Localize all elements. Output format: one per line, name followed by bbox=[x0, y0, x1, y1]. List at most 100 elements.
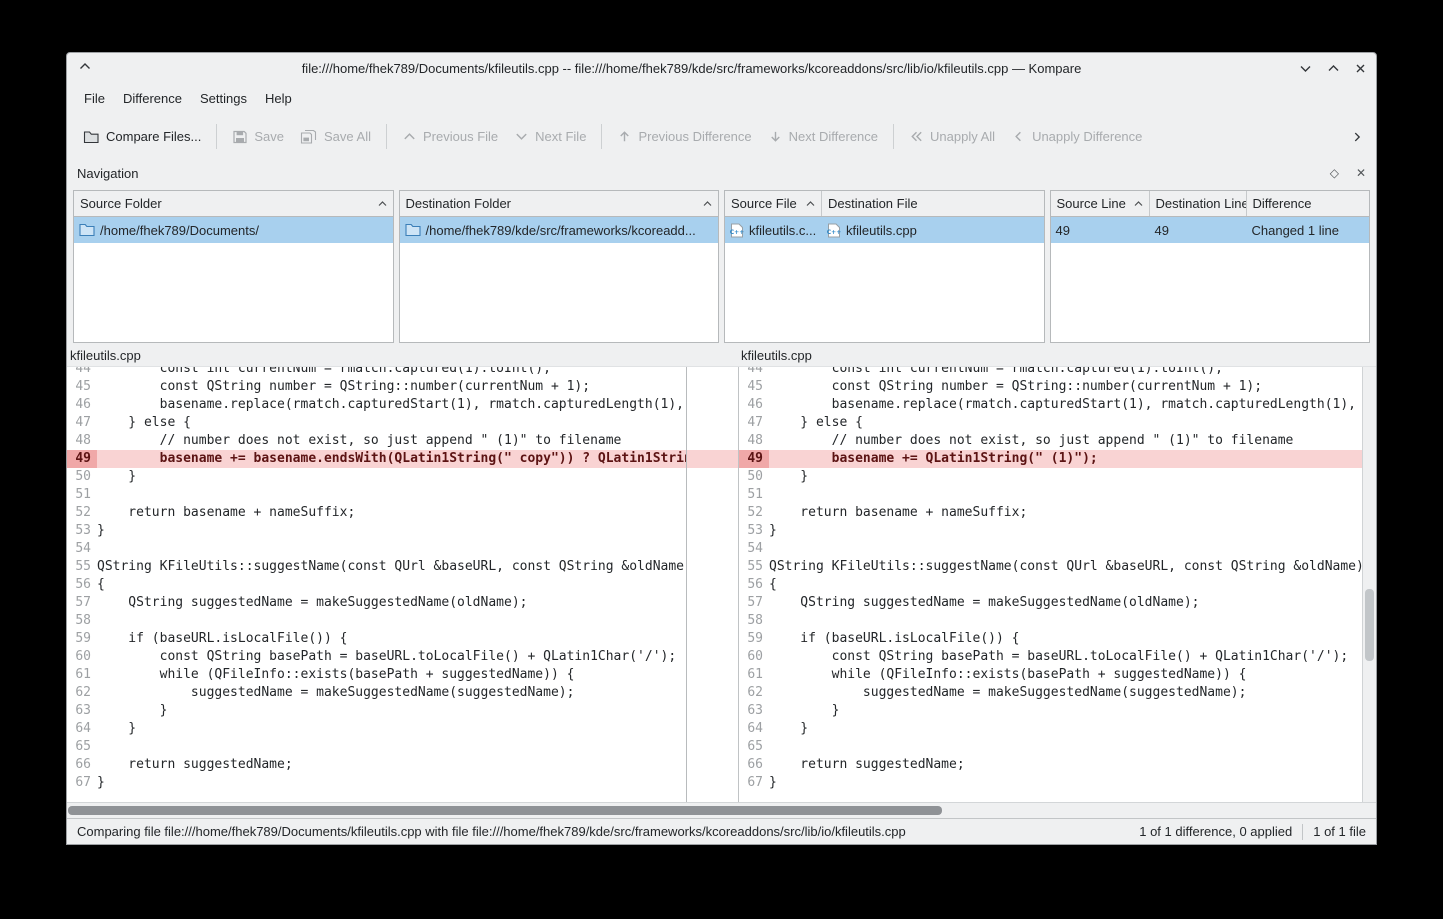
line-number: 65 bbox=[739, 738, 769, 756]
save-all-button[interactable]: Save All bbox=[292, 122, 379, 152]
code-line-64: 64 } bbox=[739, 720, 1362, 738]
line-number: 55 bbox=[67, 558, 97, 576]
code-text: suggestedName = makeSuggestedName(sugges… bbox=[97, 684, 686, 702]
vertical-scrollbar[interactable] bbox=[1362, 367, 1376, 802]
code-line-55: 55QString KFileUtils::suggestName(const … bbox=[67, 558, 686, 576]
close-panel-icon[interactable]: ✕ bbox=[1356, 166, 1366, 180]
save-button[interactable]: Save bbox=[224, 122, 292, 152]
code-line-46: 46 basename.replace(rmatch.capturedStart… bbox=[739, 396, 1362, 414]
code-line-47: 47 } else { bbox=[67, 414, 686, 432]
code-line-58: 58 bbox=[739, 612, 1362, 630]
code-line-50: 50 } bbox=[67, 468, 686, 486]
difference-header-label: Difference bbox=[1253, 196, 1312, 211]
cpp-file-icon: C++ bbox=[730, 223, 744, 238]
menu-difference[interactable]: Difference bbox=[114, 87, 191, 110]
code-text: // number does not exist, so just append… bbox=[769, 432, 1362, 450]
chevron-up-icon bbox=[402, 129, 417, 144]
line-number: 60 bbox=[739, 648, 769, 666]
destination-folder-header-label: Destination Folder bbox=[406, 196, 512, 211]
code-text: QString suggestedName = makeSuggestedNam… bbox=[769, 594, 1362, 612]
previous-file-button[interactable]: Previous File bbox=[394, 122, 506, 151]
line-number: 56 bbox=[739, 576, 769, 594]
code-line-49[interactable]: 49 basename += basename.endsWith(QLatin1… bbox=[67, 450, 686, 468]
chevron-down-icon bbox=[514, 129, 529, 144]
maximize-button[interactable] bbox=[1327, 64, 1340, 73]
line-number: 50 bbox=[739, 468, 769, 486]
line-number: 44 bbox=[67, 367, 97, 378]
previous-difference-label: Previous Difference bbox=[638, 129, 751, 144]
compare-files-button[interactable]: Compare Files... bbox=[75, 122, 209, 152]
code-line-67: 67} bbox=[739, 774, 1362, 792]
code-text: const QString basePath = baseURL.toLocal… bbox=[97, 648, 686, 666]
code-text: if (baseURL.isLocalFile()) { bbox=[97, 630, 686, 648]
sort-ascending-icon bbox=[1134, 201, 1143, 207]
menu-settings[interactable]: Settings bbox=[191, 87, 256, 110]
compare-files-label: Compare Files... bbox=[106, 129, 201, 144]
minimize-button[interactable] bbox=[1299, 64, 1312, 73]
destination-folder-header[interactable]: Destination Folder bbox=[400, 191, 719, 217]
navigation-panel: Navigation ◇ ✕ Source Folder bbox=[67, 160, 1376, 345]
code-text: const int currentNum = rmatch.captured(1… bbox=[97, 367, 686, 378]
toolbar-separator bbox=[386, 124, 387, 149]
line-number: 58 bbox=[67, 612, 97, 630]
toolbar-overflow-button[interactable] bbox=[1346, 126, 1368, 148]
code-text: { bbox=[769, 576, 1362, 594]
code-text: return suggestedName; bbox=[769, 756, 1362, 774]
horizontal-scrollbar[interactable] bbox=[67, 802, 1376, 818]
navigation-panel-titlebar[interactable]: Navigation ◇ ✕ bbox=[67, 160, 1376, 186]
window-title: file:///home/fhek789/Documents/kfileutil… bbox=[127, 61, 1256, 76]
unapply-all-label: Unapply All bbox=[930, 129, 995, 144]
code-line-56: 56{ bbox=[739, 576, 1362, 594]
destination-line-header-label: Destination Line bbox=[1156, 196, 1247, 211]
sort-ascending-icon bbox=[378, 201, 387, 207]
code-text: basename.replace(rmatch.capturedStart(1)… bbox=[769, 396, 1362, 414]
code-line-49[interactable]: 49 basename += QLatin1String(" (1)"); bbox=[739, 450, 1362, 468]
code-text: } bbox=[97, 468, 686, 486]
code-line-67: 67} bbox=[67, 774, 686, 792]
code-text: } bbox=[769, 702, 1362, 720]
difference-row[interactable]: 49 49 Changed 1 line bbox=[1051, 217, 1370, 243]
unapply-difference-button[interactable]: Unapply Difference bbox=[1003, 122, 1150, 151]
differences-header[interactable]: Source Line Destination Line Difference bbox=[1051, 191, 1370, 217]
menu-help[interactable]: Help bbox=[256, 87, 301, 110]
destination-folder-value: /home/fhek789/kde/src/frameworks/kcoread… bbox=[426, 223, 696, 238]
vertical-scrollbar-thumb[interactable] bbox=[1365, 589, 1374, 661]
code-text bbox=[97, 540, 686, 558]
code-line-53: 53} bbox=[739, 522, 1362, 540]
source-folder-row[interactable]: /home/fhek789/Documents/ bbox=[74, 217, 393, 243]
float-panel-icon[interactable]: ◇ bbox=[1330, 166, 1339, 180]
next-difference-button[interactable]: Next Difference bbox=[760, 122, 886, 151]
menu-file[interactable]: File bbox=[75, 87, 114, 110]
titlebar[interactable]: file:///home/fhek789/Documents/kfileutil… bbox=[67, 53, 1376, 83]
source-folder-pane: Source Folder /home/fhek789/Documents/ bbox=[73, 190, 394, 343]
code-text bbox=[769, 612, 1362, 630]
svg-text:C++: C++ bbox=[827, 229, 841, 236]
line-number: 65 bbox=[67, 738, 97, 756]
next-file-button[interactable]: Next File bbox=[506, 122, 594, 151]
source-folder-header[interactable]: Source Folder bbox=[74, 191, 393, 217]
horizontal-scrollbar-thumb[interactable] bbox=[68, 806, 942, 815]
unapply-all-button[interactable]: Unapply All bbox=[901, 122, 1003, 151]
code-text bbox=[769, 486, 1362, 504]
line-number: 67 bbox=[67, 774, 97, 792]
line-number: 66 bbox=[739, 756, 769, 774]
code-line-45: 45 const QString number = QString::numbe… bbox=[67, 378, 686, 396]
code-line-52: 52 return basename + nameSuffix; bbox=[67, 504, 686, 522]
files-row[interactable]: C++ kfileutils.c... C++ kfileutils.cpp bbox=[725, 217, 1044, 243]
code-line-60: 60 const QString basePath = baseURL.toLo… bbox=[739, 648, 1362, 666]
code-line-62: 62 suggestedName = makeSuggestedName(sug… bbox=[67, 684, 686, 702]
toolbar-separator bbox=[601, 124, 602, 149]
chevron-left-icon bbox=[1011, 129, 1026, 144]
code-line-59: 59 if (baseURL.isLocalFile()) { bbox=[739, 630, 1362, 648]
code-line-45: 45 const QString number = QString::numbe… bbox=[739, 378, 1362, 396]
status-message: Comparing file file:///home/fhek789/Docu… bbox=[77, 824, 1129, 839]
source-file-header-label: Source File bbox=[731, 196, 797, 211]
previous-difference-button[interactable]: Previous Difference bbox=[609, 122, 759, 151]
destination-folder-row[interactable]: /home/fhek789/kde/src/frameworks/kcoread… bbox=[400, 217, 719, 243]
files-header[interactable]: Source File Destination File bbox=[725, 191, 1044, 217]
save-all-label: Save All bbox=[324, 129, 371, 144]
code-line-48: 48 // number does not exist, so just app… bbox=[67, 432, 686, 450]
line-number: 48 bbox=[739, 432, 769, 450]
window-shade-icon[interactable] bbox=[79, 62, 91, 70]
close-button[interactable] bbox=[1355, 63, 1366, 74]
